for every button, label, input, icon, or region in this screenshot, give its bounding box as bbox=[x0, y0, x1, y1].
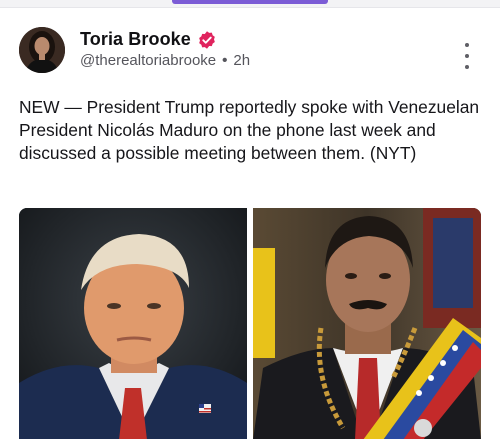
active-tab-indicator bbox=[172, 0, 328, 4]
more-vertical-icon[interactable] bbox=[458, 43, 476, 69]
photo-trump-portrait bbox=[19, 208, 247, 439]
post-body-text: NEW — President Trump reportedly spoke w… bbox=[19, 97, 480, 163]
author-avatar[interactable] bbox=[19, 27, 65, 73]
meta-separator: • bbox=[222, 52, 228, 69]
post-image-1[interactable] bbox=[19, 208, 247, 439]
post-card[interactable]: Toria Brooke @therealtoriabrooke • 2h NE… bbox=[0, 7, 500, 439]
photo-maduro-portrait bbox=[253, 208, 481, 439]
post-timestamp: 2h bbox=[233, 52, 251, 69]
author-display-name[interactable]: Toria Brooke bbox=[80, 29, 191, 50]
author-handle[interactable]: @therealtoriabrooke bbox=[80, 52, 216, 69]
more-dot bbox=[465, 43, 469, 47]
author-name-row: Toria Brooke bbox=[80, 29, 217, 50]
more-dot bbox=[465, 65, 469, 69]
more-dot bbox=[465, 54, 469, 58]
post-image-2[interactable] bbox=[253, 208, 481, 439]
avatar-photo bbox=[19, 27, 65, 73]
author-meta-row: @therealtoriabrooke • 2h bbox=[80, 52, 250, 69]
app-page: Toria Brooke @therealtoriabrooke • 2h NE… bbox=[0, 0, 500, 439]
verified-badge-icon bbox=[199, 30, 215, 49]
